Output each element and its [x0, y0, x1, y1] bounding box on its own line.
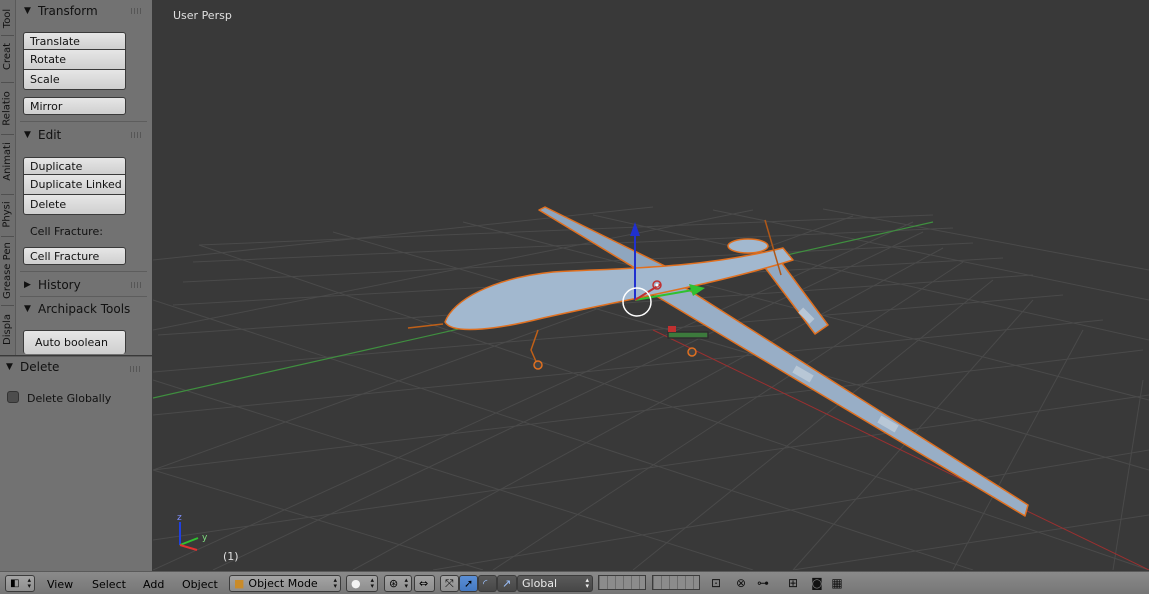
manipulator-select-button[interactable]: ➚	[459, 575, 478, 592]
layers-grid-1[interactable]	[598, 575, 646, 590]
tab-tool[interactable]: Tool	[0, 2, 15, 34]
updown-arrow-icon: ▴ ▾	[27, 576, 31, 590]
expand-down-icon: ▼	[24, 130, 31, 140]
delete-globally-label: Delete Globally	[27, 392, 112, 405]
layers-grid-2[interactable]	[652, 575, 700, 590]
tab-animation-label: Animati	[2, 141, 13, 181]
cell-fracture-label: Cell Fracture:	[30, 225, 103, 238]
manipulator-translate-button[interactable]: ⤧	[440, 575, 459, 592]
tool-tabs: Tool Creat Relatio Animati Physi Grease …	[0, 0, 16, 355]
object-menu[interactable]: Object	[182, 578, 218, 591]
updown-arrow-icon: ▴ ▾	[333, 576, 337, 590]
frame-label: (1)	[223, 550, 239, 563]
object-mode-icon: ■	[234, 577, 245, 590]
tool-shelf: ▼ Transform Translate Rotate Scale Mirro…	[16, 0, 152, 355]
solid-shading-icon: ●	[351, 577, 361, 590]
delete-button[interactable]: Delete	[23, 195, 126, 215]
history-panel-header[interactable]: ▶ History	[18, 275, 145, 295]
tab-display-label: Displa	[2, 313, 14, 345]
auto-boolean-button[interactable]: Auto boolean	[23, 330, 126, 354]
drag-grip-icon[interactable]	[131, 132, 143, 138]
3d-viewport[interactable]: z y User Persp (1)	[153, 0, 1149, 570]
axis-widget: z y	[177, 513, 208, 551]
editor-type-button[interactable]: ◧ ▴ ▾	[5, 575, 35, 592]
tab-relations-label: Relatio	[2, 90, 13, 126]
history-panel-title: History	[38, 278, 81, 292]
mode-label: Object Mode	[248, 577, 318, 590]
expand-down-icon: ▼	[6, 362, 13, 372]
arrow-icon: ➚	[464, 577, 474, 590]
drag-grip-icon[interactable]	[130, 366, 142, 372]
mode-selector[interactable]: ■ Object Mode ▴ ▾	[229, 575, 341, 592]
scale-button[interactable]: Scale	[23, 70, 126, 90]
editor-type-icon: ◧	[10, 578, 20, 589]
archipack-panel-title: Archipack Tools	[38, 302, 131, 316]
pivot-icon: ⊛	[389, 577, 399, 590]
tab-grease-pencil-label: Grease Pen	[2, 241, 14, 299]
x-axis-line	[652, 329, 1149, 570]
manipulator-rotate-button[interactable]: ◜	[478, 575, 497, 592]
manipulator-icon: ⇔	[419, 577, 429, 590]
edit-panel-title: Edit	[38, 128, 62, 142]
scale-icon: ↗	[502, 577, 512, 590]
viewport-scene: z y	[153, 206, 1149, 570]
duplicate-linked-button[interactable]: Duplicate Linked	[23, 175, 126, 195]
orientation-label: Global	[522, 577, 558, 590]
tab-physics-label: Physi	[2, 200, 13, 228]
drag-grip-icon[interactable]	[131, 282, 143, 288]
rotate-arc-icon: ◜	[483, 577, 488, 590]
tab-animation[interactable]: Animati	[0, 136, 15, 186]
operator-panel: ▼ Delete Delete Globally	[0, 356, 152, 571]
expand-down-icon: ▼	[24, 304, 31, 314]
lock-icon[interactable]: ⊡	[709, 576, 723, 590]
clapper-icon[interactable]: ▦	[830, 576, 844, 590]
tab-tool-label: Tool	[2, 8, 13, 28]
render-icon[interactable]: ◙	[810, 576, 824, 590]
tab-relations[interactable]: Relatio	[0, 84, 15, 132]
manipulator-toggle[interactable]: ⇔	[414, 575, 435, 592]
transform-panel-header[interactable]: ▼ Transform	[18, 1, 145, 21]
select-menu[interactable]: Select	[92, 578, 126, 591]
orientation-selector[interactable]: Global ▴ ▾	[517, 575, 593, 592]
mirror-button[interactable]: Mirror	[23, 97, 126, 115]
translate-button[interactable]: Translate	[23, 32, 126, 50]
updown-arrow-icon: ▴ ▾	[370, 576, 374, 590]
delete-globally-checkbox[interactable]	[7, 391, 19, 403]
tab-grease-pencil[interactable]: Grease Pen	[0, 238, 15, 302]
rotate-button[interactable]: Rotate	[23, 50, 126, 70]
3d-view-header: ◧ ▴ ▾ View Select Add Object ■ Object Mod…	[0, 571, 1149, 594]
updown-arrow-icon: ▴ ▾	[585, 576, 589, 590]
svg-text:y: y	[202, 533, 208, 543]
view-name-label: User Persp	[173, 9, 232, 22]
svg-text:z: z	[177, 513, 182, 523]
expand-down-icon: ▼	[24, 6, 31, 16]
duplicate-button[interactable]: Duplicate	[23, 157, 126, 175]
shading-selector[interactable]: ● ▴ ▾	[346, 575, 378, 592]
magnet-icon[interactable]: ⊗	[734, 576, 748, 590]
tab-create-label: Creat	[2, 42, 14, 70]
edit-panel-header[interactable]: ▼ Edit	[18, 125, 145, 145]
updown-arrow-icon: ▴ ▾	[404, 576, 408, 590]
drag-grip-icon[interactable]	[131, 8, 143, 14]
transform-panel-title: Transform	[38, 4, 98, 18]
archipack-panel-header[interactable]: ▼ Archipack Tools	[18, 299, 145, 319]
tab-create[interactable]: Creat	[0, 37, 15, 75]
pivot-selector[interactable]: ⊛ ▴ ▾	[384, 575, 412, 592]
snap-target-icon[interactable]: ⊞	[786, 576, 800, 590]
view-menu[interactable]: View	[47, 578, 73, 591]
cell-fracture-button[interactable]: Cell Fracture	[23, 247, 126, 265]
translate-arrows-icon: ⤧	[445, 576, 454, 590]
add-menu[interactable]: Add	[143, 578, 164, 591]
expand-right-icon: ▶	[24, 280, 31, 290]
snap-element-icon[interactable]: ⊶	[756, 576, 770, 590]
tab-physics[interactable]: Physi	[0, 196, 15, 232]
operator-panel-title: Delete	[20, 360, 60, 374]
operator-panel-header[interactable]: ▼ Delete	[0, 357, 127, 377]
manipulator-scale-button[interactable]: ↗	[497, 575, 517, 592]
tab-display[interactable]: Displa	[0, 307, 15, 351]
